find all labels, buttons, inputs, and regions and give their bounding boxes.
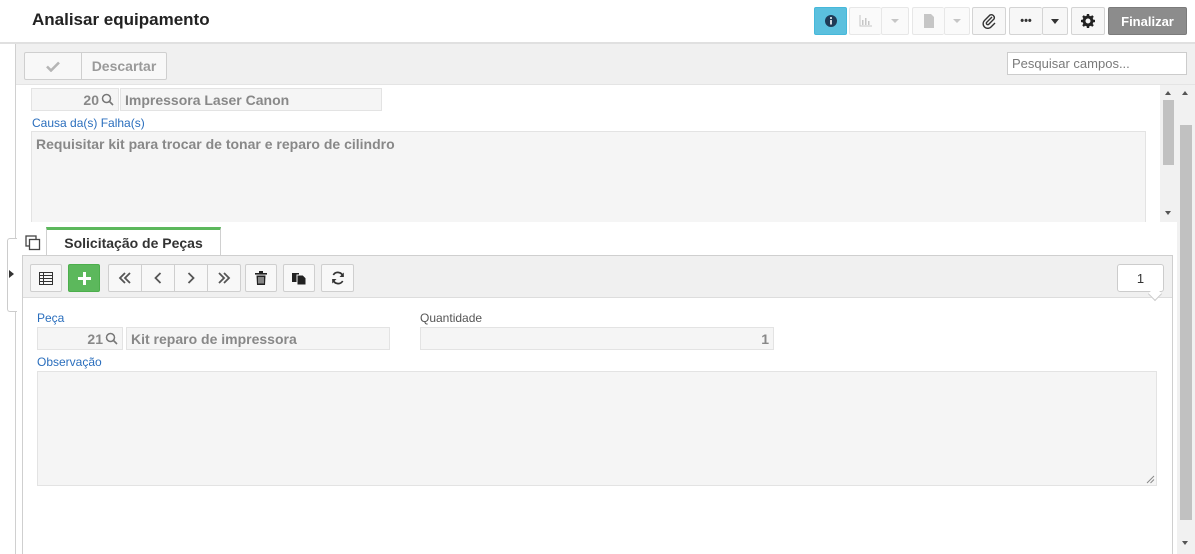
table-icon xyxy=(39,271,53,285)
failure-cause-textarea[interactable]: Requisitar kit para trocar de tonar e re… xyxy=(31,131,1146,222)
chart-button[interactable] xyxy=(849,7,881,35)
report-dropdown-button[interactable] xyxy=(944,7,970,35)
notes-textarea[interactable] xyxy=(37,371,1157,486)
settings-button[interactable] xyxy=(1071,7,1105,35)
upper-scroll-thumb[interactable] xyxy=(1163,100,1174,165)
caret-down-icon xyxy=(1051,18,1059,24)
quantity-label: Quantidade xyxy=(420,311,483,325)
failure-cause-label: Causa da(s) Falha(s) xyxy=(32,116,145,130)
last-record-button[interactable] xyxy=(207,264,241,292)
duplicate-record-button[interactable] xyxy=(283,264,315,292)
chevron-right-icon xyxy=(187,272,195,284)
part-label: Peça xyxy=(37,311,65,325)
more-dropdown-button[interactable] xyxy=(1042,7,1068,35)
add-record-button[interactable] xyxy=(68,264,100,292)
search-fields-input[interactable] xyxy=(1007,52,1187,75)
part-code-field[interactable]: 21 xyxy=(37,327,123,350)
finalize-button[interactable]: Finalizar xyxy=(1108,7,1187,35)
next-record-button[interactable] xyxy=(174,264,208,292)
tab-parts-request[interactable]: Solicitação de Peças xyxy=(46,227,221,256)
search-icon xyxy=(105,332,118,345)
page-title: Analisar equipamento xyxy=(32,10,210,29)
report-button[interactable] xyxy=(912,7,944,35)
copy-icon xyxy=(292,273,306,285)
resize-handle-icon[interactable] xyxy=(1146,475,1155,484)
scroll-up-icon[interactable] xyxy=(1182,91,1188,95)
copy-icon[interactable] xyxy=(25,235,41,251)
page-scroll-thumb[interactable] xyxy=(1180,125,1192,520)
chevron-left-icon xyxy=(154,272,162,284)
info-button[interactable] xyxy=(814,7,847,35)
equipment-name-field: Impressora Laser Canon xyxy=(120,88,382,111)
refresh-button[interactable] xyxy=(321,264,354,292)
double-chevron-right-icon xyxy=(218,272,231,284)
delete-record-button[interactable] xyxy=(245,264,277,292)
first-record-button[interactable] xyxy=(108,264,142,292)
scroll-up-icon[interactable] xyxy=(1165,91,1171,95)
quantity-field[interactable]: 1 xyxy=(420,327,774,350)
notes-label: Observação xyxy=(37,355,102,369)
confirm-button[interactable] xyxy=(24,52,82,80)
info-icon xyxy=(824,15,837,27)
part-name-field: Kit reparo de impressora xyxy=(126,327,390,350)
caret-down-icon xyxy=(891,19,899,23)
attachment-button[interactable] xyxy=(972,7,1006,35)
equipment-code: 20 xyxy=(83,91,99,108)
page-scrollbar[interactable] xyxy=(1177,85,1195,554)
refresh-icon xyxy=(331,271,344,285)
bar-chart-icon xyxy=(859,15,872,27)
record-count-badge: 1 xyxy=(1117,264,1164,292)
main-form: 20 Impressora Laser Canon Causa da(s) Fa… xyxy=(16,85,1160,222)
caret-down-icon xyxy=(953,19,961,23)
more-icon: ••• xyxy=(1020,15,1032,27)
plus-icon xyxy=(77,271,91,285)
header-bar: Analisar equipamento ••• Finalizar xyxy=(0,0,1195,44)
previous-record-button[interactable] xyxy=(141,264,175,292)
double-chevron-left-icon xyxy=(118,272,131,284)
scroll-down-icon[interactable] xyxy=(1165,211,1171,215)
scroll-down-icon[interactable] xyxy=(1182,541,1188,545)
caret-right-icon[interactable] xyxy=(9,270,14,278)
paperclip-icon xyxy=(982,14,996,29)
grid-toolbar xyxy=(23,256,1172,298)
more-button[interactable]: ••• xyxy=(1009,7,1042,35)
page: Analisar equipamento ••• Finalizar Desca… xyxy=(0,0,1195,554)
search-icon xyxy=(101,93,114,106)
equipment-code-field[interactable]: 20 xyxy=(31,88,119,111)
trash-icon xyxy=(255,271,267,285)
checkmark-icon xyxy=(46,61,60,72)
chart-dropdown-button[interactable] xyxy=(881,7,909,35)
discard-button[interactable]: Descartar xyxy=(81,52,167,80)
gear-icon xyxy=(1081,14,1095,28)
grid-view-button[interactable] xyxy=(30,264,62,292)
action-bar: Descartar xyxy=(16,44,1195,85)
part-code: 21 xyxy=(87,330,103,347)
upper-scrollbar[interactable] xyxy=(1160,85,1177,222)
document-icon xyxy=(923,14,934,28)
